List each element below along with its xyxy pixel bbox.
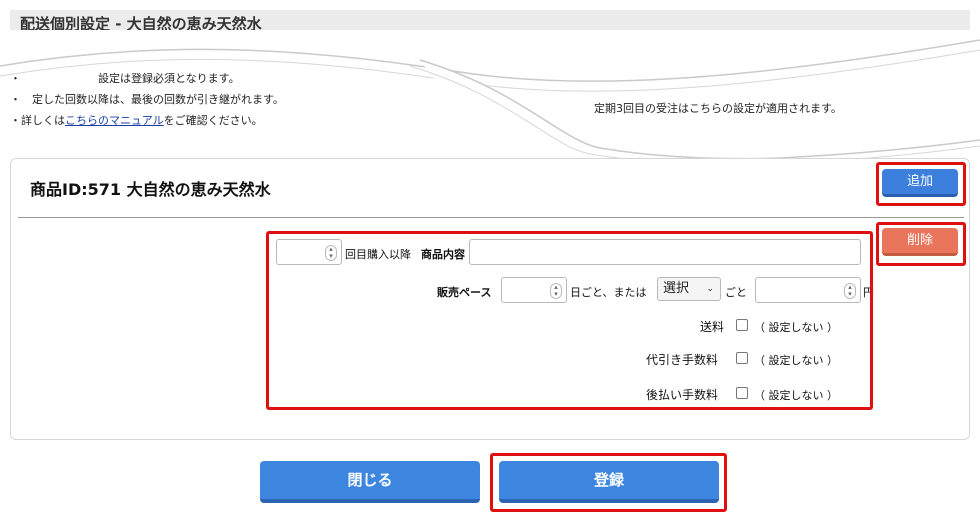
close-button[interactable]: 閉じる [260, 461, 480, 503]
shipping-no-setting: （ 設定しない ） [754, 321, 838, 334]
chevron-down-icon: ⌄ [706, 284, 714, 294]
cod-fee-checkbox[interactable] [736, 352, 748, 364]
notes: ・ 設定は登録必須となります。 ・ 定した回数以降は、最後の回数が引き継がれます… [10, 68, 284, 131]
note-line-2: ・ 定した回数以降は、最後の回数が引き継がれます。 [10, 93, 284, 106]
note-line-1: ・ 設定は登録必須となります。 [10, 72, 240, 85]
note-line-3-suffix: をご確認ください。 [163, 114, 263, 127]
deferred-fee-label: 後払い手数料 [646, 388, 719, 402]
amount-input[interactable]: ▴ ▾ [755, 277, 861, 303]
deferred-fee-no-setting: （ 設定しない ） [754, 389, 838, 402]
product-title: 商品ID:571 大自然の恵み天然水 [30, 180, 271, 199]
note-line-3: ・詳しくはこちらのマニュアルをご確認ください。 [10, 110, 284, 131]
note-right: 定期3回目の受注はこちらの設定が適用されます。 [594, 102, 842, 115]
cod-fee-label: 代引き手数料 [646, 353, 719, 367]
shipping-checkbox[interactable] [736, 319, 748, 331]
item-content-input[interactable] [469, 239, 861, 265]
deferred-fee-checkbox[interactable] [736, 387, 748, 399]
pace-label: 販売ペース [437, 286, 492, 299]
purchase-count-suffix: 回目購入以降 [345, 248, 411, 261]
page-title: 配送個別設定 - 大自然の恵み天然水 [20, 15, 262, 33]
yen-label: 円 [863, 286, 874, 299]
pace-select[interactable]: 選択 ⌄ [657, 277, 721, 301]
pace-days-input[interactable]: ▴ ▾ [501, 277, 567, 303]
pace-select-value: 選択 [663, 281, 690, 296]
pace-days-suffix: 日ごと、または [570, 286, 647, 299]
panel-divider [18, 217, 964, 218]
manual-link[interactable]: こちらのマニュアル [65, 114, 164, 127]
shipping-label: 送料 [700, 320, 725, 334]
cod-fee-no-setting: （ 設定しない ） [754, 354, 838, 367]
stepper-icon[interactable]: ▴ ▾ [550, 283, 562, 299]
delete-button[interactable]: 削除 [882, 228, 958, 256]
page-title-bar: 配送個別設定 - 大自然の恵み天然水 [10, 10, 970, 36]
note-line-3-prefix: ・詳しくは [10, 114, 65, 127]
register-button[interactable]: 登録 [499, 461, 719, 503]
purchase-count-input[interactable]: ▴ ▾ [276, 239, 342, 265]
stepper-icon[interactable]: ▴ ▾ [844, 283, 856, 299]
item-content-label: 商品内容 [421, 248, 465, 261]
stepper-icon[interactable]: ▴ ▾ [325, 245, 337, 261]
pace-every-label: ごと [725, 286, 747, 299]
add-button[interactable]: 追加 [882, 169, 958, 197]
